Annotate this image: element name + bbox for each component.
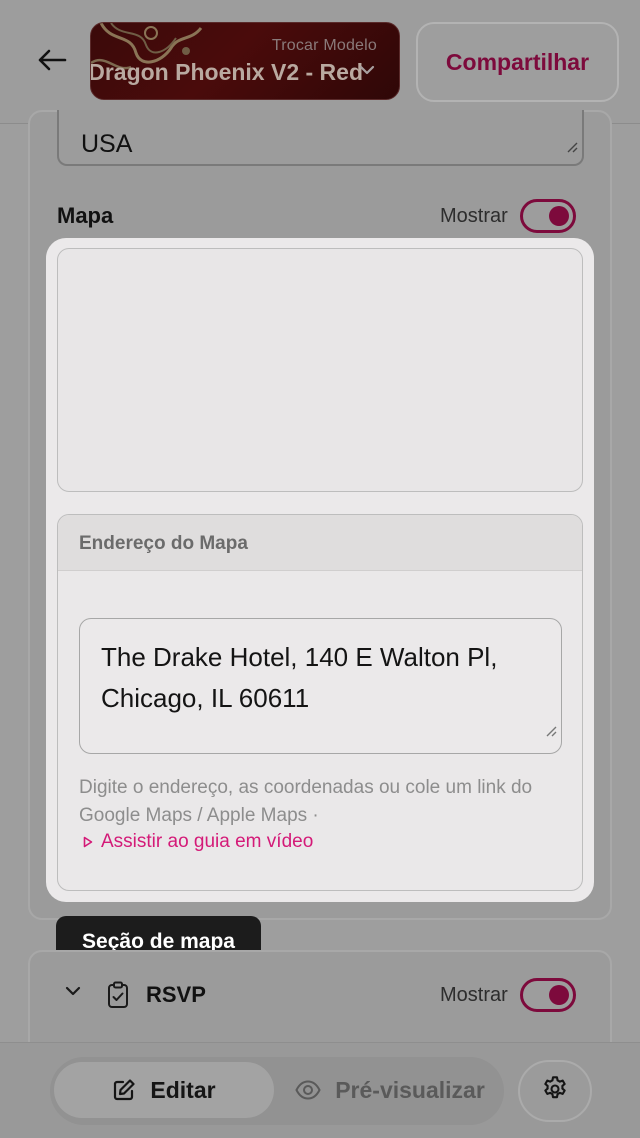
country-field[interactable]: USA bbox=[57, 110, 584, 166]
top-header: Trocar Modelo Dragon Phoenix V2 - Red Co… bbox=[0, 0, 640, 124]
map-address-value: The Drake Hotel, 140 E Walton Pl, Chicag… bbox=[101, 642, 498, 713]
video-guide-link[interactable]: Assistir ao guia em vídeo bbox=[83, 831, 313, 853]
toggle-knob bbox=[548, 985, 569, 1005]
country-value: USA bbox=[81, 130, 133, 158]
resize-handle-icon[interactable] bbox=[545, 708, 557, 749]
map-preview[interactable] bbox=[57, 248, 583, 492]
toggle-knob bbox=[548, 206, 569, 226]
map-show-toggle[interactable] bbox=[519, 199, 576, 233]
video-guide-label: Assistir ao guia em vídeo bbox=[101, 831, 314, 852]
pencil-square-icon bbox=[112, 1078, 136, 1102]
edit-mode-button[interactable]: Editar bbox=[54, 1062, 274, 1118]
template-swap-label: Trocar Modelo bbox=[271, 37, 377, 54]
play-triangle-icon bbox=[83, 836, 93, 848]
rsvp-show-row: Mostrar bbox=[440, 978, 576, 1012]
settings-button[interactable] bbox=[518, 1060, 592, 1122]
rsvp-section-label: RSVP bbox=[146, 982, 206, 1007]
edit-mode-label: Editar bbox=[150, 1076, 216, 1103]
map-section-label: Mapa bbox=[57, 203, 114, 228]
arrow-left-icon bbox=[37, 48, 67, 77]
share-button[interactable]: Compartilhar bbox=[416, 22, 619, 102]
eye-icon bbox=[295, 1080, 321, 1100]
map-section-panel: Endereço do Mapa The Drake Hotel, 140 E … bbox=[46, 238, 594, 902]
map-address-box: Endereço do Mapa The Drake Hotel, 140 E … bbox=[57, 514, 583, 891]
template-name: Dragon Phoenix V2 - Red bbox=[91, 59, 363, 85]
resize-handle-icon[interactable] bbox=[566, 131, 578, 160]
map-show-row: Mostrar bbox=[440, 199, 576, 233]
gear-icon bbox=[541, 1075, 569, 1108]
template-selector[interactable]: Trocar Modelo Dragon Phoenix V2 - Red bbox=[90, 22, 400, 100]
preview-mode-label: Pré-visualizar bbox=[335, 1076, 485, 1103]
rsvp-show-label: Mostrar bbox=[440, 983, 508, 1006]
clipboard-check-icon bbox=[106, 981, 130, 1014]
preview-mode-button[interactable]: Pré-visualizar bbox=[282, 1062, 498, 1118]
map-show-label: Mostrar bbox=[440, 204, 508, 227]
map-address-input[interactable]: The Drake Hotel, 140 E Walton Pl, Chicag… bbox=[79, 618, 562, 754]
chevron-down-icon[interactable] bbox=[64, 984, 82, 1002]
back-button[interactable] bbox=[26, 40, 78, 84]
map-address-help-text: Digite o endereço, as coordenadas ou col… bbox=[79, 777, 533, 826]
map-address-header: Endereço do Mapa bbox=[58, 515, 582, 571]
chevron-down-icon bbox=[359, 63, 375, 81]
rsvp-show-toggle[interactable] bbox=[519, 978, 576, 1012]
